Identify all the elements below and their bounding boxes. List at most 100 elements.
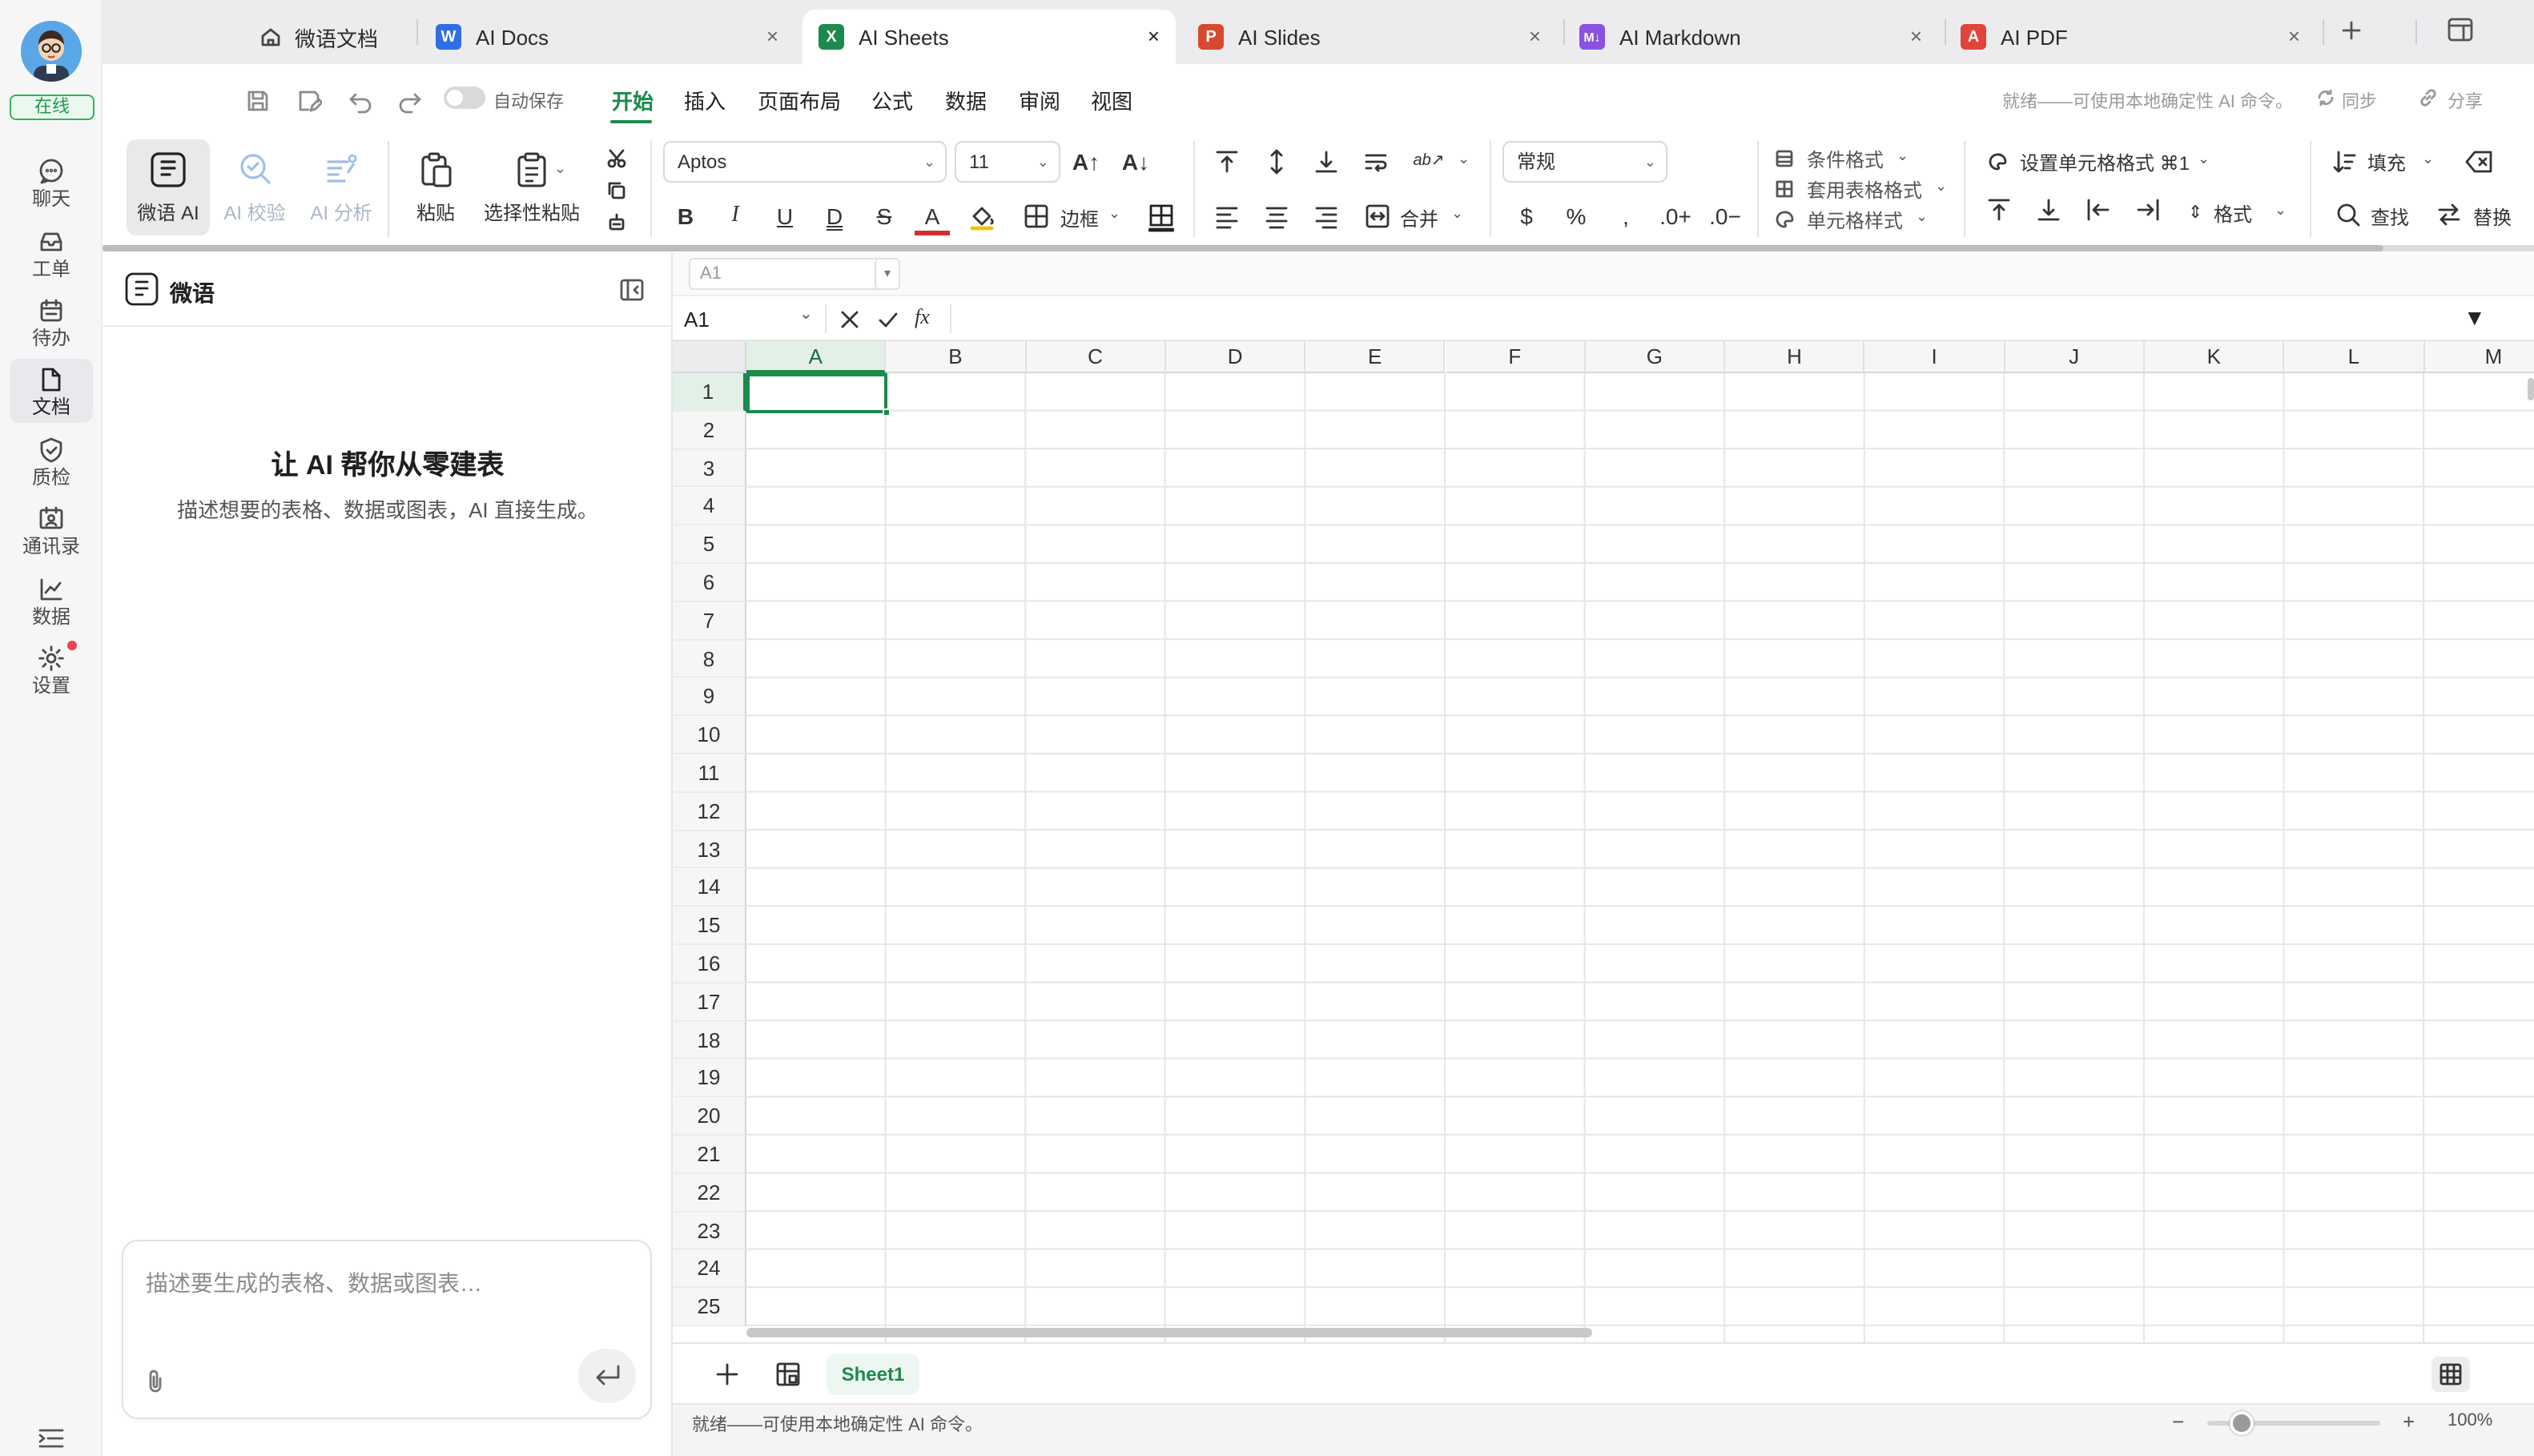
row-header[interactable]: 9 [673,678,746,717]
undo-icon[interactable] [348,88,373,114]
menu-home[interactable]: 开始 [612,85,654,115]
find-button[interactable]: 查找 [2371,203,2409,231]
prompt-input-box[interactable]: 描述要生成的表格、数据或图表… [122,1240,652,1419]
ai-check-button[interactable]: AI 校验 [213,139,296,235]
confirm-check-icon[interactable] [878,309,899,330]
zoom-slider-thumb[interactable] [2230,1411,2254,1435]
row-header[interactable]: 16 [673,945,746,983]
nav-item-chat[interactable]: 聊天 [10,151,93,215]
row-header[interactable]: 5 [673,525,746,564]
fill-button[interactable]: 填充 [2367,149,2406,176]
cell-style-button[interactable]: 单元格样式 [1807,207,1903,234]
menu-data[interactable]: 数据 [945,85,987,115]
insert-column-left-icon[interactable] [2086,197,2111,223]
row-header[interactable]: 6 [673,564,746,602]
row-header[interactable]: 21 [673,1136,746,1174]
chevron-down-icon[interactable]: ⌄ [2275,202,2287,219]
currency-icon[interactable]: $ [1509,200,1544,232]
row-header[interactable]: 3 [673,449,746,488]
fill-color-icon[interactable] [967,202,996,231]
save-icon[interactable] [245,88,271,114]
paste-special-button[interactable]: 选择性粘贴 [481,139,583,235]
row-header[interactable]: 10 [673,716,746,754]
column-header[interactable]: M [2424,341,2534,373]
close-icon[interactable]: × [766,24,778,48]
redo-icon[interactable] [397,88,423,114]
merge-cells-icon[interactable] [1365,203,1390,229]
fill-handle[interactable] [883,408,891,416]
column-header[interactable]: G [1585,341,1726,373]
double-underline-icon[interactable]: D [817,200,852,232]
underline-icon[interactable]: U [767,200,802,232]
text-orientation-icon[interactable]: ab↗ [1410,146,1448,178]
column-header[interactable]: D [1165,341,1306,373]
row-header[interactable]: 12 [673,792,746,831]
paste-button[interactable]: 粘贴 [394,139,477,235]
row-header[interactable]: 2 [673,411,746,450]
weiyu-ai-button[interactable]: 微语 AI [127,139,210,235]
send-button[interactable] [578,1349,636,1403]
avatar[interactable] [21,21,82,82]
chevron-down-icon[interactable]: ⌄ [2422,151,2434,168]
font-color-icon[interactable]: A [915,200,950,235]
grid-view-button[interactable] [2431,1357,2470,1392]
tab-ai-markdown[interactable]: M↓ AI Markdown × [1579,10,1938,64]
wrap-text-icon[interactable] [1363,149,1389,175]
row-header[interactable]: 15 [673,907,746,945]
nav-item-tickets[interactable]: 工单 [10,221,93,285]
clear-icon[interactable] [2465,149,2494,175]
border-button[interactable]: 边框 [1060,205,1099,232]
ai-analysis-button[interactable]: AI 分析 [300,139,383,235]
save-as-icon[interactable] [296,88,322,114]
increase-font-icon[interactable]: A↑ [1068,146,1104,178]
conditional-format-button[interactable]: 条件格式 [1807,146,1884,173]
row-header[interactable]: 24 [673,1249,746,1289]
row-header[interactable]: 19 [673,1059,746,1098]
prompt-input-placeholder[interactable]: 描述要生成的表格、数据或图表… [146,1267,482,1299]
nav-item-todo[interactable]: 待办 [10,290,93,354]
align-bottom-icon[interactable] [1313,149,1339,175]
menu-review[interactable]: 审阅 [1019,85,1060,115]
zoom-out-button[interactable]: − [2172,1410,2184,1434]
vertical-scrollbar[interactable] [2528,378,2534,400]
column-header[interactable]: I [1864,341,2005,373]
share-button[interactable]: 分享 [2448,88,2483,114]
autosave-toggle[interactable] [444,86,485,109]
collapse-menu-icon[interactable] [38,1429,64,1448]
column-header[interactable]: C [1026,341,1166,373]
row-header[interactable]: 17 [673,983,746,1022]
align-left-icon[interactable] [1214,203,1240,229]
chevron-down-icon[interactable]: ⌄ [1451,205,1463,223]
menu-view[interactable]: 视图 [1091,85,1132,115]
selected-cell-a1[interactable] [746,373,891,416]
copy-icon[interactable] [607,181,626,200]
tab-ai-sheets[interactable]: X AI Sheets × [802,10,1176,64]
set-cell-format-button[interactable]: 设置单元格格式 ⌘1 [2020,149,2190,176]
align-top-icon[interactable] [1214,149,1240,175]
row-header[interactable]: 7 [673,601,746,641]
menu-insert[interactable]: 插入 [684,85,726,115]
attachment-icon[interactable] [146,1368,165,1394]
italic-icon[interactable]: I [718,200,753,232]
border-grid-icon[interactable] [1024,203,1049,229]
nav-item-contacts[interactable]: 通讯录 [10,498,93,562]
format-button[interactable]: 格式 [2214,200,2252,227]
row-header[interactable]: 13 [673,831,746,869]
column-header[interactable]: F [1446,341,1586,373]
row-header[interactable]: 14 [673,868,746,907]
nav-item-docs[interactable]: 文档 [10,359,93,423]
new-tab-plus-icon[interactable] [2342,21,2361,40]
comma-style-icon[interactable]: , [1608,200,1643,232]
column-header[interactable]: E [1305,341,1446,373]
column-header[interactable]: K [2145,341,2285,373]
expand-formula-icon[interactable]: ▼ [2464,304,2486,330]
align-middle-icon[interactable] [1264,149,1289,175]
name-box[interactable]: A1 [684,308,710,332]
decrease-decimal-icon[interactable]: .0− [1703,200,1748,232]
replace-button[interactable]: 替换 [2473,203,2512,231]
strikethrough-icon[interactable]: S [867,200,902,232]
name-box-mini[interactable]: A1 [689,258,881,290]
cut-icon[interactable] [607,149,626,168]
row-header[interactable]: 23 [673,1212,746,1250]
menu-formulas[interactable]: 公式 [871,85,913,115]
